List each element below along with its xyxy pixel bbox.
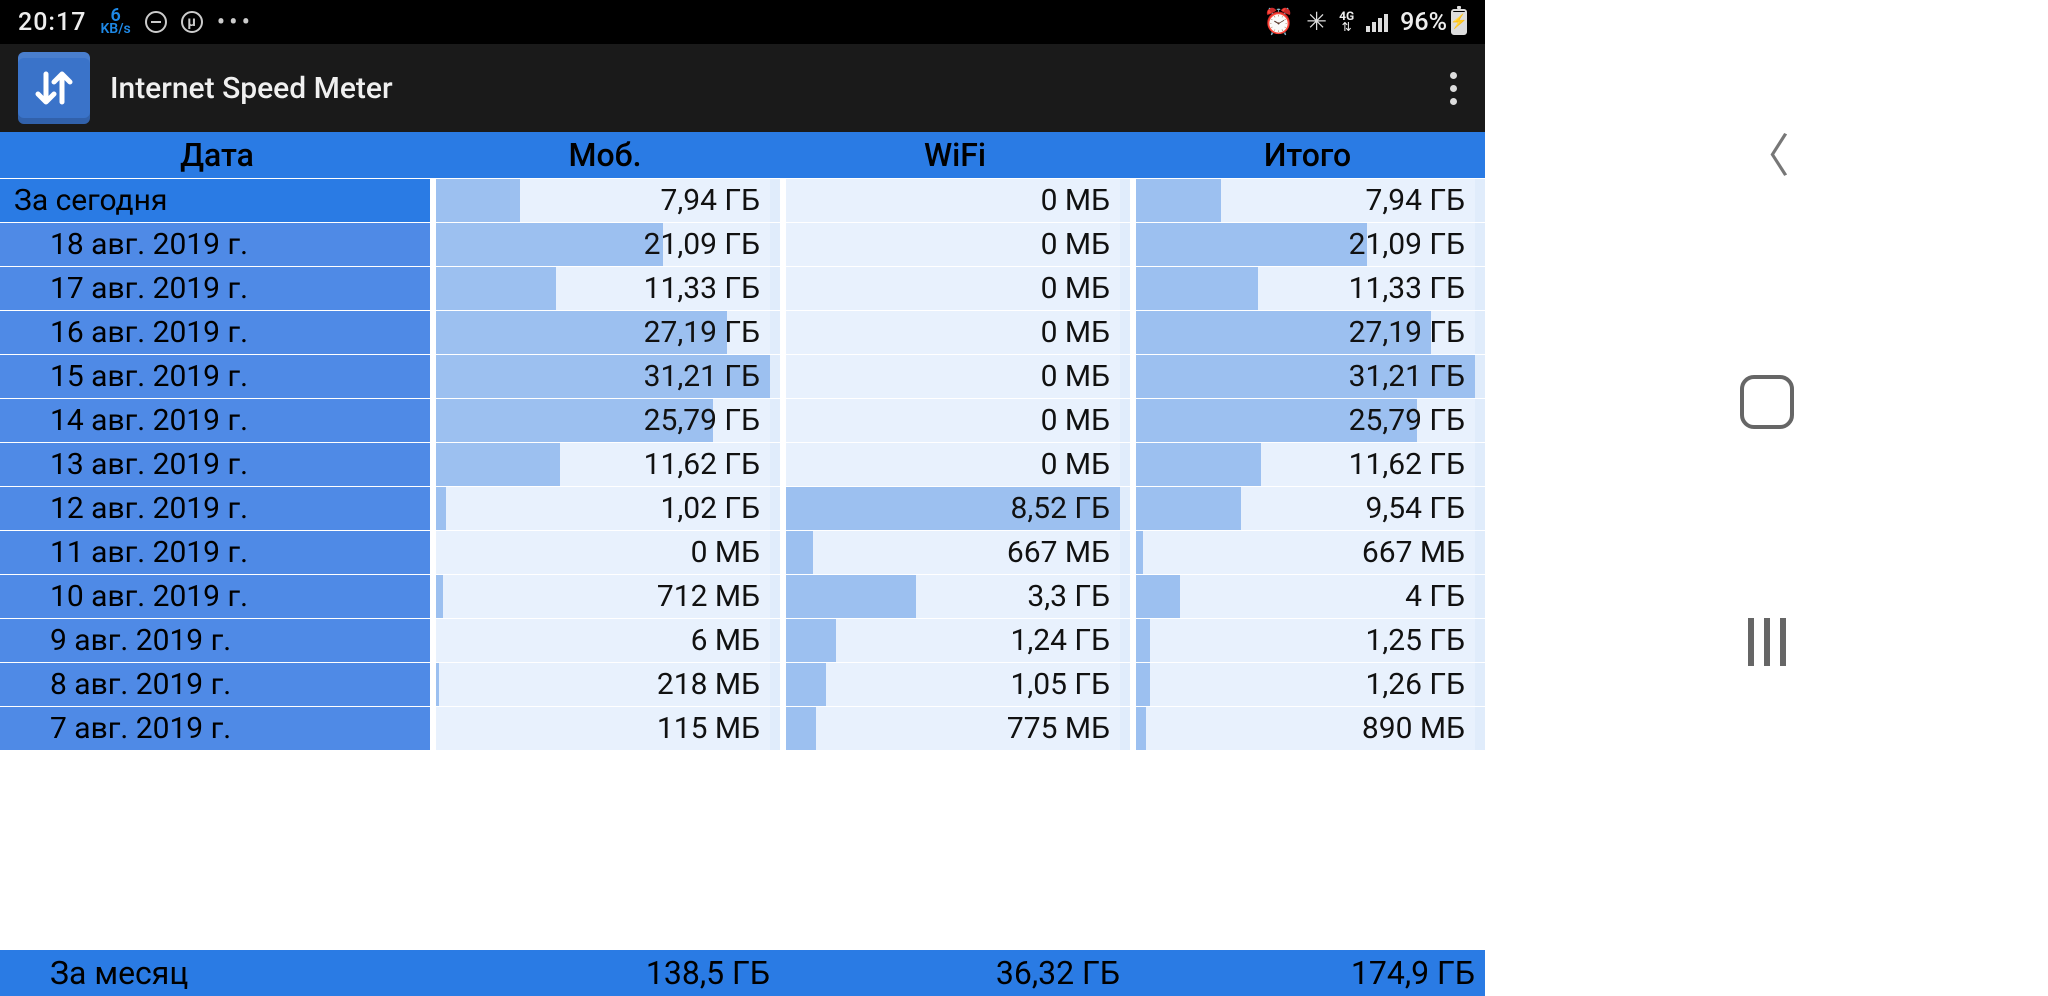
header-date: Дата [0,136,430,174]
row-total: 25,79 ГБ [1136,399,1485,442]
battery-text: 96% [1400,8,1447,37]
table-row[interactable]: 15 авг. 2019 г.31,21 ГБ0 МБ31,21 ГБ [0,354,1485,398]
battery-status: 96% ⚡ [1400,8,1467,37]
summary-total: 174,9 ГБ [1136,950,1485,996]
summary-mobile: 138,5 ГБ [436,950,780,996]
row-date: 9 авг. 2019 г. [0,619,430,662]
row-mobile: 31,21 ГБ [436,355,780,398]
row-total: 27,19 ГБ [1136,311,1485,354]
alarm-icon: ⏰ [1263,8,1294,37]
row-date: 16 авг. 2019 г. [0,311,430,354]
row-wifi: 8,52 ГБ [786,487,1130,530]
table-row[interactable]: 18 авг. 2019 г.21,09 ГБ0 МБ21,09 ГБ [0,222,1485,266]
row-wifi: 775 МБ [786,707,1130,750]
row-total: 1,25 ГБ [1136,619,1485,662]
table-row[interactable]: 13 авг. 2019 г.11,62 ГБ0 МБ11,62 ГБ [0,442,1485,486]
header-wifi: WiFi [780,136,1130,174]
usage-table: Дата Моб. WiFi Итого За сегодня7,94 ГБ0 … [0,132,1485,996]
row-date: 10 авг. 2019 г. [0,575,430,618]
month-summary-row: За месяц 138,5 ГБ 36,32 ГБ 174,9 ГБ [0,950,1485,996]
table-row[interactable]: 9 авг. 2019 г.6 МБ1,24 ГБ1,25 ГБ [0,618,1485,662]
battery-icon: ⚡ [1451,9,1467,35]
row-date: 8 авг. 2019 г. [0,663,430,706]
row-total: 7,94 ГБ [1136,179,1485,222]
row-total: 31,21 ГБ [1136,355,1485,398]
row-wifi: 0 МБ [786,443,1130,486]
app-title: Internet Speed Meter [110,71,393,106]
signal-icon [1366,12,1388,32]
row-date: 17 авг. 2019 г. [0,267,430,310]
row-total: 9,54 ГБ [1136,487,1485,530]
app-icon [18,52,90,124]
row-mobile: 11,62 ГБ [436,443,780,486]
row-total: 890 МБ [1136,707,1485,750]
table-row[interactable]: 14 авг. 2019 г.25,79 ГБ0 МБ25,79 ГБ [0,398,1485,442]
table-body[interactable]: За сегодня7,94 ГБ0 МБ7,94 ГБ18 авг. 2019… [0,178,1485,996]
row-wifi: 0 МБ [786,355,1130,398]
back-button[interactable]: 〈 [1744,120,1790,186]
home-button[interactable] [1740,375,1794,429]
table-row[interactable]: 11 авг. 2019 г.0 МБ667 МБ667 МБ [0,530,1485,574]
row-mobile: 1,02 ГБ [436,487,780,530]
row-date: 12 авг. 2019 г. [0,487,430,530]
row-total: 4 ГБ [1136,575,1485,618]
row-mobile: 27,19 ГБ [436,311,780,354]
row-wifi: 0 МБ [786,311,1130,354]
row-wifi: 0 МБ [786,223,1130,266]
row-date: За сегодня [0,179,430,222]
row-wifi: 3,3 ГБ [786,575,1130,618]
status-bar: 20:17 6 KB/s µ ••• ⏰ ✳ 4G⇅ 96% ⚡ [0,0,1485,44]
row-mobile: 11,33 ГБ [436,267,780,310]
row-mobile: 218 МБ [436,663,780,706]
row-date: 7 авг. 2019 г. [0,707,430,750]
dnd-icon [145,11,167,33]
mobile-data-icon: 4G⇅ [1339,11,1354,33]
row-total: 11,62 ГБ [1136,443,1485,486]
table-row[interactable]: 17 авг. 2019 г.11,33 ГБ0 МБ11,33 ГБ [0,266,1485,310]
summary-label: За месяц [0,950,430,996]
row-wifi: 667 МБ [786,531,1130,574]
app-bar: Internet Speed Meter [0,44,1485,132]
recents-button[interactable] [1748,618,1786,666]
clock: 20:17 [18,8,86,37]
row-total: 667 МБ [1136,531,1485,574]
table-header-row: Дата Моб. WiFi Итого [0,132,1485,178]
header-mobile: Моб. [430,136,780,174]
table-row[interactable]: 12 авг. 2019 г.1,02 ГБ8,52 ГБ9,54 ГБ [0,486,1485,530]
row-mobile: 25,79 ГБ [436,399,780,442]
row-date: 11 авг. 2019 г. [0,531,430,574]
speed-indicator-icon: 6 KB/s [100,9,130,35]
row-mobile: 712 МБ [436,575,780,618]
row-wifi: 0 МБ [786,399,1130,442]
row-mobile: 115 МБ [436,707,780,750]
system-nav-bar: 〈 [1485,0,2048,996]
row-mobile: 21,09 ГБ [436,223,780,266]
row-date: 14 авг. 2019 г. [0,399,430,442]
overflow-menu-button[interactable] [1450,72,1467,105]
row-mobile: 7,94 ГБ [436,179,780,222]
row-wifi: 0 МБ [786,179,1130,222]
row-date: 15 авг. 2019 г. [0,355,430,398]
utorrent-icon: µ [181,11,203,33]
row-total: 1,26 ГБ [1136,663,1485,706]
table-row[interactable]: 10 авг. 2019 г.712 МБ3,3 ГБ4 ГБ [0,574,1485,618]
row-date: 13 авг. 2019 г. [0,443,430,486]
summary-wifi: 36,32 ГБ [786,950,1130,996]
row-total: 21,09 ГБ [1136,223,1485,266]
table-row[interactable]: 8 авг. 2019 г.218 МБ1,05 ГБ1,26 ГБ [0,662,1485,706]
row-total: 11,33 ГБ [1136,267,1485,310]
table-row[interactable]: 7 авг. 2019 г.115 МБ775 МБ890 МБ [0,706,1485,750]
more-notifications-icon: ••• [217,8,254,37]
bluetooth-icon: ✳ [1306,7,1327,37]
row-mobile: 0 МБ [436,531,780,574]
row-mobile: 6 МБ [436,619,780,662]
table-row[interactable]: За сегодня7,94 ГБ0 МБ7,94 ГБ [0,178,1485,222]
row-wifi: 1,24 ГБ [786,619,1130,662]
row-wifi: 1,05 ГБ [786,663,1130,706]
row-date: 18 авг. 2019 г. [0,223,430,266]
header-total: Итого [1130,136,1485,174]
row-wifi: 0 МБ [786,267,1130,310]
table-row[interactable]: 16 авг. 2019 г.27,19 ГБ0 МБ27,19 ГБ [0,310,1485,354]
